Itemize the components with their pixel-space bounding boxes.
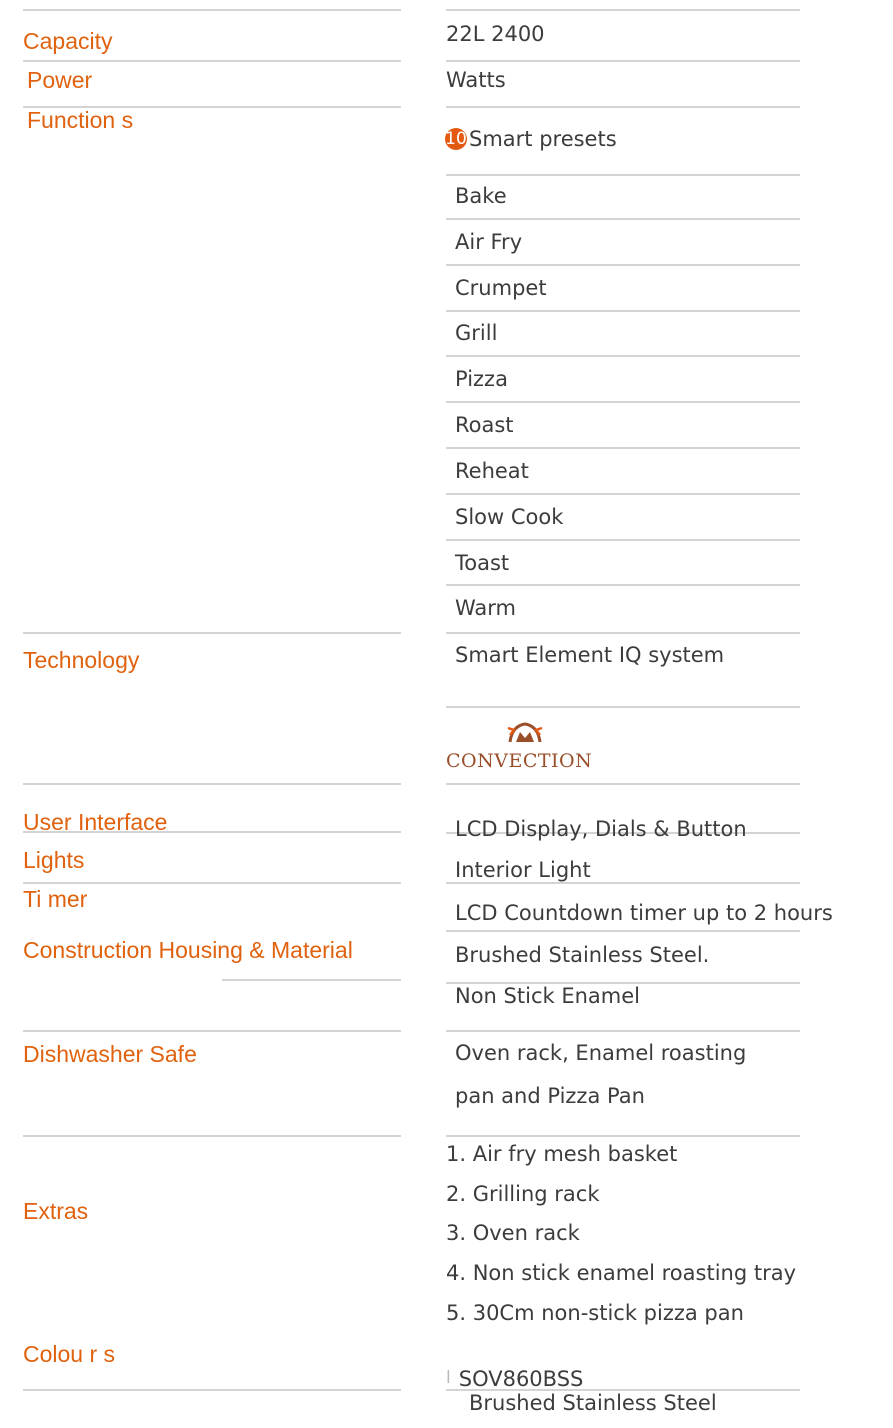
divider bbox=[446, 706, 800, 708]
label-lights: Lights bbox=[23, 847, 85, 873]
value-smart-presets: 10 Smart presets bbox=[445, 128, 617, 150]
presets-count-badge: 10 bbox=[445, 128, 467, 150]
divider bbox=[446, 401, 800, 403]
divider bbox=[446, 106, 800, 108]
extras-item: 3. Oven rack bbox=[446, 1221, 580, 1245]
value-dishwasher-line: pan and Pizza Pan bbox=[455, 1084, 645, 1108]
value-power: Watts bbox=[446, 68, 506, 92]
value-colour-name: Brushed Stainless Steel bbox=[469, 1391, 717, 1415]
label-timer: Ti mer bbox=[23, 886, 88, 912]
extras-item: 5. 30Cm non-stick pizza pan bbox=[446, 1301, 744, 1325]
label-colours: Colou r s bbox=[23, 1341, 116, 1367]
divider bbox=[23, 60, 401, 62]
label-construction: Construction Housing & Material bbox=[23, 937, 353, 963]
divider bbox=[446, 1135, 800, 1137]
function-item: Warm bbox=[455, 596, 517, 620]
divider bbox=[23, 1030, 401, 1032]
function-item: Grill bbox=[455, 321, 498, 345]
divider bbox=[446, 264, 800, 266]
divider bbox=[446, 882, 800, 884]
divider bbox=[23, 783, 401, 785]
divider bbox=[446, 783, 800, 785]
divider bbox=[446, 632, 800, 634]
colour-model: SOV860BSS bbox=[458, 1367, 584, 1391]
divider bbox=[23, 882, 401, 884]
value-colour-model: l SOV860BSS bbox=[446, 1369, 583, 1390]
convection-fan-icon bbox=[507, 722, 543, 743]
value-lights: Interior Light bbox=[455, 858, 591, 882]
divider bbox=[23, 1389, 401, 1391]
value-timer: LCD Countdown timer up to 2 hours bbox=[455, 901, 833, 925]
divider bbox=[446, 60, 800, 62]
divider bbox=[446, 355, 800, 357]
divider bbox=[446, 493, 800, 495]
divider bbox=[446, 539, 800, 541]
function-item: Air Fry bbox=[455, 230, 523, 254]
label-extras: Extras bbox=[23, 1198, 89, 1224]
divider bbox=[446, 9, 800, 11]
extras-item: 1. Air fry mesh basket bbox=[446, 1142, 678, 1166]
function-item: Crumpet bbox=[455, 276, 547, 300]
extras-item: 2. Grilling rack bbox=[446, 1182, 600, 1206]
divider bbox=[446, 310, 800, 312]
divider bbox=[222, 979, 401, 981]
divider bbox=[23, 632, 401, 634]
divider bbox=[446, 930, 800, 932]
label-technology: Technology bbox=[23, 647, 140, 673]
value-dishwasher-line: Oven rack, Enamel roasting bbox=[455, 1041, 747, 1065]
function-item: Bake bbox=[455, 184, 507, 208]
value-construction-material: Non Stick Enamel bbox=[455, 984, 640, 1008]
function-item: Toast bbox=[455, 551, 510, 575]
label-functions: Function s bbox=[27, 107, 134, 133]
swatch-bullet-icon: l bbox=[446, 1368, 451, 1388]
convection-logo-text: CONVECTION bbox=[446, 750, 593, 772]
value-user-interface: LCD Display, Dials & Button bbox=[455, 817, 747, 841]
divider bbox=[446, 584, 800, 586]
divider bbox=[446, 174, 800, 176]
function-item: Reheat bbox=[455, 459, 529, 483]
divider bbox=[23, 9, 401, 11]
divider bbox=[446, 1030, 800, 1032]
label-power: Power bbox=[27, 67, 93, 93]
divider bbox=[446, 218, 800, 220]
value-capacity: 22L 2400 bbox=[446, 22, 545, 46]
function-item: Pizza bbox=[455, 367, 508, 391]
divider bbox=[23, 1135, 401, 1137]
label-capacity: Capacity bbox=[23, 28, 113, 54]
function-item: Slow Cook bbox=[455, 505, 564, 529]
extras-item: 4. Non stick enamel roasting tray bbox=[446, 1261, 797, 1285]
label-user-interface: User Interface bbox=[23, 809, 168, 835]
presets-label: Smart presets bbox=[469, 127, 617, 151]
value-construction-housing: Brushed Stainless Steel. bbox=[455, 943, 710, 967]
function-item: Roast bbox=[455, 413, 514, 437]
label-dishwasher-safe: Dishwasher Safe bbox=[23, 1041, 197, 1067]
divider bbox=[446, 447, 800, 449]
value-technology: Smart Element IQ system bbox=[455, 643, 725, 667]
